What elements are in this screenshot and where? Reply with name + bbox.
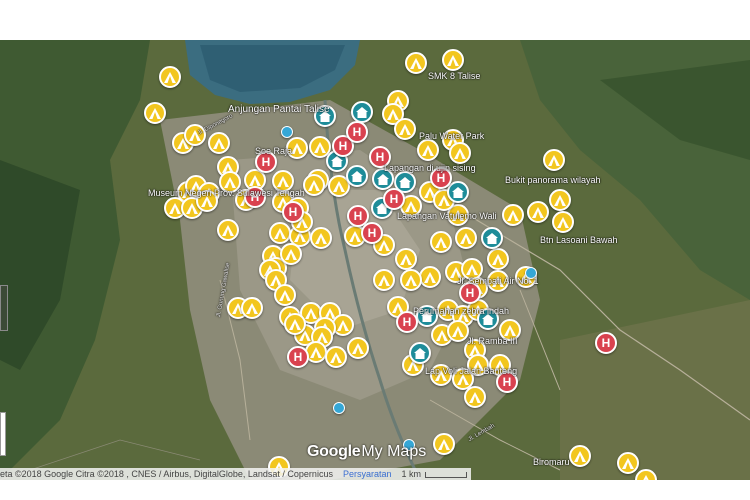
place-label: Museum Negeri Prov. Sulawesi Tengah (148, 188, 305, 198)
my-maps-wordmark: My Maps (361, 443, 427, 460)
tent-icon-marker[interactable] (433, 433, 455, 455)
tent-icon-marker[interactable] (208, 132, 230, 154)
tent-icon-marker[interactable] (280, 243, 302, 265)
place-label: SMK 8 Talise (428, 71, 481, 81)
hospital-icon-marker[interactable]: H (346, 121, 368, 143)
tent-icon-marker[interactable] (543, 149, 565, 171)
hospital-icon-marker[interactable]: H (595, 332, 617, 354)
map-side-tab[interactable] (0, 285, 8, 331)
terms-link[interactable]: Persyaratan (343, 469, 392, 479)
place-label: Soe Raja (255, 146, 293, 156)
tent-icon-marker[interactable] (417, 139, 439, 161)
tent-icon-marker[interactable] (274, 284, 296, 306)
tent-icon-marker[interactable] (447, 320, 469, 342)
place-icon[interactable] (281, 126, 293, 138)
place-label: Lapangan di ujin sising (384, 163, 476, 173)
house-icon-marker[interactable] (409, 342, 431, 364)
hospital-icon-marker[interactable]: H (383, 188, 405, 210)
scale-label: 1 km (401, 469, 421, 479)
attribution-bar: eta ©2018 Google Citra ©2018 , CNES / Ai… (0, 468, 471, 480)
tent-icon-marker[interactable] (549, 189, 571, 211)
place-label: Lapangan Vatulemo Wali (397, 211, 497, 221)
map-viewer: HHHHHHHHHHHHHHH SMK 8 Talise Anjungan Pan… (0, 0, 750, 500)
place-label: Palu Water Park (419, 131, 485, 141)
place-label: Btn Lasoani Bawah (540, 235, 618, 245)
house-icon-marker[interactable] (351, 101, 373, 123)
tent-icon-marker[interactable] (502, 204, 524, 226)
tent-icon-marker[interactable] (400, 269, 422, 291)
google-wordmark: Google (307, 443, 361, 460)
tent-icon-marker[interactable] (394, 118, 416, 140)
place-label: Perumahan zebra indah (413, 306, 510, 316)
house-icon-marker[interactable] (346, 165, 368, 187)
tent-icon-marker[interactable] (617, 452, 639, 474)
tent-icon-marker[interactable] (303, 174, 325, 196)
scale-bar (425, 472, 467, 478)
satellite-terrain (0, 40, 750, 480)
map-side-box (0, 412, 6, 456)
tent-icon-marker[interactable] (241, 297, 263, 319)
tent-icon-marker[interactable] (284, 313, 306, 335)
tent-icon-marker[interactable] (487, 248, 509, 270)
hospital-icon-marker[interactable]: H (361, 222, 383, 244)
tent-icon-marker[interactable] (455, 227, 477, 249)
place-label: Anjungan Pantai Talise (228, 104, 330, 115)
tent-icon-marker[interactable] (449, 142, 471, 164)
house-icon-marker[interactable] (447, 181, 469, 203)
place-icon[interactable] (333, 402, 345, 414)
tent-icon-marker[interactable] (347, 337, 369, 359)
tent-icon-marker[interactable] (217, 219, 239, 241)
hospital-icon-marker[interactable]: H (287, 346, 309, 368)
tent-icon-marker[interactable] (310, 227, 332, 249)
tent-icon-marker[interactable] (373, 269, 395, 291)
place-label: Jl. Ramba III (467, 336, 518, 346)
house-icon-marker[interactable] (481, 227, 503, 249)
tent-icon-marker[interactable] (144, 102, 166, 124)
tent-icon-marker[interactable] (395, 248, 417, 270)
place-label: Biromaru (533, 457, 570, 467)
tent-icon-marker[interactable] (569, 445, 591, 467)
tent-icon-marker[interactable] (430, 231, 452, 253)
tent-icon-marker[interactable] (325, 346, 347, 368)
map-credit: eta ©2018 Google Citra ©2018 , CNES / Ai… (0, 469, 333, 479)
place-label: Lap Voli Jalan Banteng (425, 366, 518, 376)
tent-icon-marker[interactable] (552, 211, 574, 233)
tent-icon-marker[interactable] (442, 49, 464, 71)
tent-icon-marker[interactable] (419, 266, 441, 288)
tent-icon-marker[interactable] (464, 386, 486, 408)
hospital-icon-marker[interactable]: H (282, 201, 304, 223)
place-label: Jl. Sempati Air No. 1 (457, 276, 539, 286)
tent-icon-marker[interactable] (269, 222, 291, 244)
place-label: Bukit panorama wilayah (505, 175, 601, 185)
satellite-map[interactable]: HHHHHHHHHHHHHHH SMK 8 Talise Anjungan Pan… (0, 40, 750, 480)
tent-icon-marker[interactable] (527, 201, 549, 223)
google-my-maps-logo: Google My Maps (307, 443, 426, 461)
tent-icon-marker[interactable] (159, 66, 181, 88)
tent-icon-marker[interactable] (405, 52, 427, 74)
